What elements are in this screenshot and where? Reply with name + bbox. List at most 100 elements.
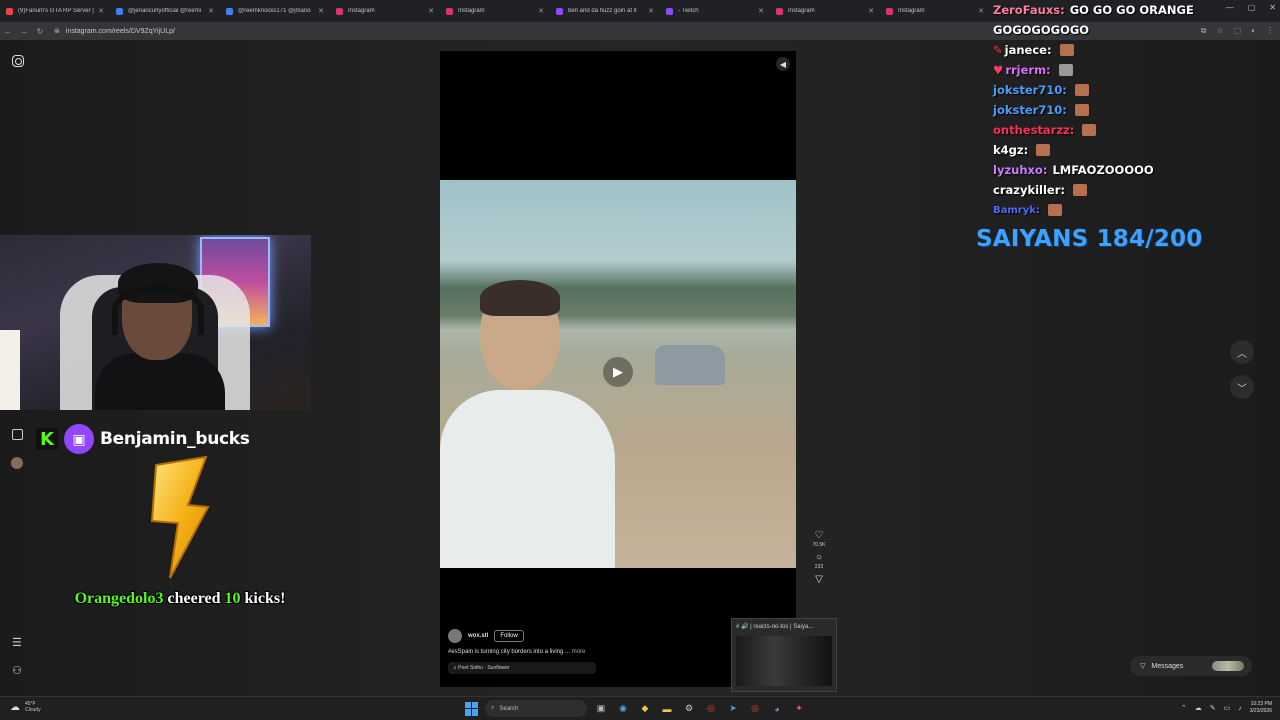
profile-avatar[interactable] bbox=[11, 457, 23, 469]
settings-icon[interactable]: ⚙ bbox=[681, 701, 697, 717]
menu-hamburger-icon[interactable]: ☰ bbox=[12, 636, 22, 649]
discord-icon[interactable]: ◕ bbox=[769, 701, 785, 717]
author-name[interactable]: wox.stl bbox=[468, 633, 488, 639]
tab-close-icon[interactable]: ✕ bbox=[648, 7, 654, 15]
play-icon[interactable]: ▶ bbox=[603, 357, 633, 387]
back-icon[interactable]: ← bbox=[0, 27, 16, 36]
browser-tab[interactable]: - Twitch ✕ bbox=[660, 1, 770, 21]
clock[interactable]: 10:23 PM 3/23/2026 bbox=[1250, 701, 1272, 715]
browser-tab[interactable]: (9)Fanum's GTA RP Server | ✕ bbox=[0, 1, 110, 21]
cheer-unit: kicks! bbox=[244, 590, 286, 607]
chrome-icon[interactable]: ◎ bbox=[747, 701, 763, 717]
file-explorer-icon[interactable]: ▬ bbox=[659, 701, 675, 717]
url-text: instagram.com/reels/DV9ZqYijULp/ bbox=[65, 27, 175, 35]
browser-tab[interactable]: ben and da huzz goin at it ✕ bbox=[550, 1, 660, 21]
weather-widget[interactable]: ☁ 45°F Cloudy bbox=[10, 701, 41, 713]
task-view-icon[interactable]: ▣ bbox=[593, 701, 609, 717]
emote-icon bbox=[1072, 184, 1087, 196]
url-field[interactable]: ⊜ instagram.com/reels/DV9ZqYijULp/ bbox=[54, 27, 175, 36]
tab-close-icon[interactable]: ✕ bbox=[98, 7, 104, 15]
tab-title: Instagram bbox=[788, 8, 815, 14]
site-info-icon[interactable]: ⊜ bbox=[54, 27, 60, 35]
cloud-sync-icon[interactable]: ☁ bbox=[1195, 704, 1202, 712]
lightning-bolt-icon bbox=[150, 455, 210, 579]
pen-icon[interactable]: ✎ bbox=[1210, 704, 1216, 712]
tab-close-icon[interactable]: ✕ bbox=[538, 7, 544, 15]
cheer-alert: Orangedolo3 cheered 10 kicks! bbox=[0, 590, 360, 608]
clock-date: 3/23/2026 bbox=[1249, 708, 1272, 714]
preview-thumbnail bbox=[736, 636, 832, 686]
share-button[interactable]: ▽ bbox=[812, 574, 826, 585]
cheer-user: Orangedolo3 bbox=[74, 590, 164, 607]
tab-favicon-icon bbox=[446, 7, 453, 15]
webcam-overlay bbox=[0, 235, 311, 410]
reel-caption: #esSpain is turning city borders into a … bbox=[448, 649, 596, 655]
browser-tab[interactable]: @reemknocks171 @jmano ✕ bbox=[220, 1, 330, 21]
chat-message: ♥ rrjerm: bbox=[993, 60, 1280, 80]
reload-icon[interactable]: ↻ bbox=[32, 27, 48, 36]
chat-text: LMFAOZOOOOO bbox=[1052, 163, 1154, 177]
tab-close-icon[interactable]: ✕ bbox=[318, 7, 324, 15]
browser-tab[interactable]: Instagram ✕ bbox=[880, 1, 990, 21]
chat-username: jokster710: bbox=[993, 103, 1067, 117]
browser-tab[interactable]: @jenancurlyofficial @reemi ✕ bbox=[110, 1, 220, 21]
follow-button[interactable]: Follow bbox=[494, 630, 524, 642]
taskbar-search[interactable]: ⌕ Search bbox=[485, 700, 587, 717]
windows-start-icon[interactable] bbox=[465, 701, 479, 716]
volume-icon[interactable]: ◀ bbox=[776, 57, 790, 71]
tab-title: ben and da huzz goin at it bbox=[568, 8, 637, 14]
chat-username: janece: bbox=[1004, 43, 1052, 57]
chrome-icon[interactable]: ◎ bbox=[703, 701, 719, 717]
emote-icon bbox=[1074, 104, 1089, 116]
forward-icon[interactable]: → bbox=[16, 27, 32, 36]
message-avatars bbox=[1212, 661, 1244, 671]
next-reel-button[interactable]: ﹀ bbox=[1230, 375, 1254, 399]
chat-message: crazykiller: bbox=[993, 180, 1280, 200]
author-avatar[interactable] bbox=[448, 629, 462, 643]
heart-badge-icon: ♥ bbox=[993, 63, 1004, 77]
preview-title: # 🔊 | reacts-no-tos | Saiya... bbox=[736, 624, 814, 630]
meta-apps-icon[interactable]: ⚇ bbox=[12, 664, 22, 677]
chat-message: Bamryk: bbox=[993, 200, 1280, 220]
chat-username: k4gz: bbox=[993, 143, 1029, 157]
tab-close-icon[interactable]: ✕ bbox=[978, 7, 984, 15]
streamer-name: Benjamin_bucks bbox=[100, 429, 250, 449]
network-icon[interactable]: ▭ bbox=[1224, 704, 1231, 712]
taskbar-preview[interactable]: # 🔊 | reacts-no-tos | Saiya... bbox=[731, 618, 837, 692]
emote-icon bbox=[1058, 64, 1073, 76]
tab-close-icon[interactable]: ✕ bbox=[208, 7, 214, 15]
comment-button[interactable]: ○ 233 bbox=[812, 552, 826, 570]
like-button[interactable]: ♡ 70.5K bbox=[812, 530, 826, 548]
app-icon[interactable]: ✦ bbox=[791, 701, 807, 717]
reel-player[interactable]: ◀ ▶ wox.stl Follow #esSpain is turning c… bbox=[440, 51, 796, 687]
tab-close-icon[interactable]: ✕ bbox=[428, 7, 434, 15]
video-person-shirt bbox=[440, 390, 615, 568]
edge-icon[interactable]: ◉ bbox=[615, 701, 631, 717]
chevron-up-icon[interactable]: ⌃ bbox=[1181, 704, 1187, 712]
tab-close-icon[interactable]: ✕ bbox=[758, 7, 764, 15]
chat-username: jokster710: bbox=[993, 83, 1067, 97]
chat-message: k4gz: bbox=[993, 140, 1280, 160]
streamer-torso bbox=[95, 353, 225, 410]
previous-reel-button[interactable]: ︿ bbox=[1230, 340, 1254, 364]
tab-close-icon[interactable]: ✕ bbox=[868, 7, 874, 15]
volume-icon[interactable]: ♪ bbox=[1238, 705, 1242, 712]
instagram-logo-icon[interactable] bbox=[12, 55, 24, 67]
sidebar-square-icon[interactable] bbox=[12, 429, 23, 440]
browser-tab[interactable]: Instagram ✕ bbox=[440, 1, 550, 21]
tab-title: @jenancurlyofficial @reemi bbox=[128, 8, 202, 14]
browser-tab[interactable]: Instagram ✕ bbox=[330, 1, 440, 21]
chat-overlay: ZeroFauxs: GO GO GO ORANGE GOGOGOGOGO ✎ ja… bbox=[993, 0, 1280, 220]
messages-label: Messages bbox=[1151, 662, 1184, 670]
tab-favicon-icon bbox=[886, 7, 893, 15]
messages-button[interactable]: ▽ Messages bbox=[1130, 656, 1252, 676]
app-arrow-icon[interactable]: ➤ bbox=[725, 701, 741, 717]
video-person-hair bbox=[480, 280, 560, 316]
chat-message: ✎ janece: bbox=[993, 40, 1280, 60]
music-attribution[interactable]: ♫ Peet Sothu · Sunflower bbox=[448, 662, 596, 674]
tab-title: Instagram bbox=[458, 8, 485, 14]
more-link[interactable]: more bbox=[572, 649, 586, 655]
copilot-icon[interactable]: ◆ bbox=[637, 701, 653, 717]
browser-tab[interactable]: Instagram ✕ bbox=[770, 1, 880, 21]
reel-video-frame[interactable]: ▶ bbox=[440, 180, 796, 568]
